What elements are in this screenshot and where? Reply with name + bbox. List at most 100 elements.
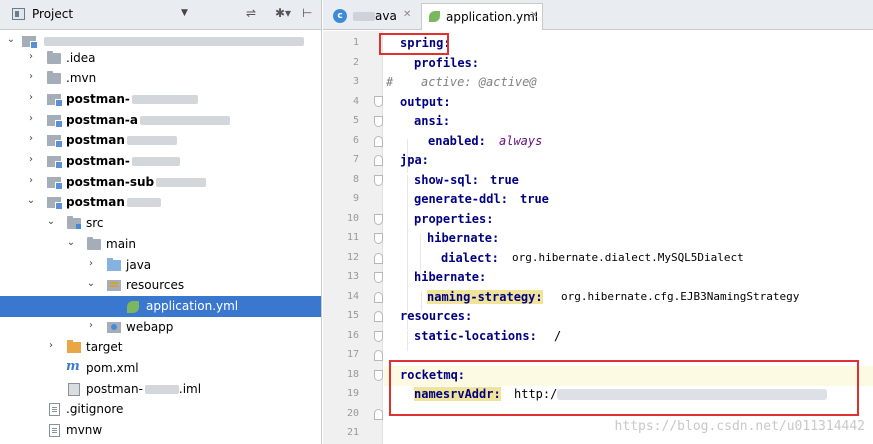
line-number: 10 bbox=[346, 212, 359, 224]
tree-item-module[interactable]: › postman- bbox=[0, 151, 321, 172]
fold-close-icon[interactable] bbox=[374, 409, 383, 420]
tab-label: ava bbox=[375, 9, 397, 23]
code-line-7: jpa: bbox=[400, 153, 429, 167]
gear-icon[interactable]: ✱▾ bbox=[275, 6, 291, 20]
tree-item-mvnw[interactable]: mvnw bbox=[0, 420, 321, 441]
chevron-right-icon[interactable]: › bbox=[26, 92, 36, 103]
tree-item-label: postman- bbox=[86, 381, 143, 396]
line-number: 12 bbox=[346, 251, 359, 263]
close-icon[interactable]: ✕ bbox=[530, 10, 538, 21]
chevron-down-icon[interactable]: ⌄ bbox=[66, 237, 76, 248]
tab-application-yml[interactable]: application.yml ✕ bbox=[421, 3, 543, 30]
line-number: 16 bbox=[346, 329, 359, 341]
fold-close-icon[interactable] bbox=[374, 155, 383, 166]
tree-item-target[interactable]: › target bbox=[0, 337, 321, 358]
tree-item-label: java bbox=[126, 257, 152, 272]
tree-item-iml[interactable]: postman- .iml bbox=[0, 379, 321, 400]
tree-item-label: main bbox=[106, 236, 136, 251]
project-view-icon bbox=[12, 8, 25, 20]
chevron-right-icon[interactable]: › bbox=[46, 340, 56, 351]
fold-close-icon[interactable] bbox=[374, 136, 383, 147]
line-number: 18 bbox=[346, 368, 359, 380]
chevron-right-icon[interactable]: › bbox=[26, 71, 36, 82]
fold-open-icon[interactable] bbox=[374, 116, 383, 127]
tree-item-module-expanded[interactable]: ⌄ postman bbox=[0, 192, 321, 213]
project-panel: Project ▼ ⇌ ✱▾ ⊢ ⌄ › .idea › .mvn › post… bbox=[0, 0, 322, 444]
line-number: 2 bbox=[352, 56, 359, 68]
tree-item-java[interactable]: › java bbox=[0, 255, 321, 276]
tree-item-label: target bbox=[86, 340, 123, 355]
chevron-down-icon[interactable]: ⌄ bbox=[26, 195, 36, 206]
fold-close-icon[interactable] bbox=[374, 292, 383, 303]
chevron-right-icon[interactable]: › bbox=[26, 113, 36, 124]
tree-item-module[interactable]: › postman- bbox=[0, 89, 321, 110]
tree-item-idea[interactable]: › .idea bbox=[0, 48, 321, 69]
indent-guide bbox=[407, 331, 408, 351]
code-line-10: properties: bbox=[414, 211, 494, 226]
editor-tab-bar: c ava ✕ application.yml ✕ bbox=[323, 0, 873, 30]
annotation-box-spring bbox=[379, 33, 449, 55]
tree-item-gitignore[interactable]: .gitignore bbox=[0, 399, 321, 420]
fold-open-icon[interactable] bbox=[374, 272, 383, 283]
line-number: 7 bbox=[352, 154, 359, 165]
tree-item-label: .gitignore bbox=[66, 402, 124, 417]
fold-close-icon[interactable] bbox=[374, 253, 383, 264]
tree-item-mvn[interactable]: › .mvn bbox=[0, 68, 321, 89]
code-area[interactable]: spring: profiles: # active: @active@ out… bbox=[379, 31, 873, 444]
text-file-icon bbox=[49, 403, 60, 417]
collapse-all-icon[interactable]: ⇌ bbox=[246, 6, 256, 20]
tree-item-module[interactable]: › postman-a bbox=[0, 110, 321, 131]
chevron-down-icon[interactable]: ⌄ bbox=[86, 278, 96, 289]
module-file-icon bbox=[68, 382, 80, 396]
module-folder-icon bbox=[47, 93, 63, 107]
tree-item-pom-xml[interactable]: m pom.xml bbox=[0, 358, 321, 379]
tree-item-main[interactable]: ⌄ main bbox=[0, 234, 321, 255]
tree-item-resources[interactable]: ⌄ resources bbox=[0, 275, 321, 296]
fold-open-icon[interactable] bbox=[374, 214, 383, 225]
line-number: 13 bbox=[346, 271, 359, 282]
tab-label: application.yml bbox=[446, 10, 539, 24]
chevron-right-icon[interactable]: › bbox=[26, 133, 36, 144]
code-line-3-comment: active: @active@ bbox=[421, 75, 537, 89]
project-panel-title[interactable]: Project bbox=[32, 7, 73, 21]
indent-guide bbox=[420, 234, 421, 274]
tree-item-label: postman- bbox=[66, 91, 130, 106]
tree-item-application-yml[interactable]: application.yml bbox=[0, 295, 321, 317]
tab-java-file[interactable]: c ava ✕ bbox=[327, 3, 419, 30]
line-number: 11 bbox=[346, 232, 359, 243]
chevron-right-icon[interactable]: › bbox=[86, 320, 96, 331]
project-panel-header: Project ▼ ⇌ ✱▾ ⊢ bbox=[0, 0, 321, 30]
code-line-5: ansi: bbox=[414, 114, 451, 128]
line-number: 9 bbox=[352, 193, 359, 204]
module-folder-icon bbox=[47, 156, 63, 169]
chevron-down-icon[interactable]: ⌄ bbox=[46, 216, 56, 227]
fold-close-icon[interactable] bbox=[374, 350, 383, 361]
chevron-right-icon[interactable]: › bbox=[26, 51, 36, 62]
fold-open-icon[interactable] bbox=[374, 175, 383, 186]
tree-item-label: webapp bbox=[126, 319, 174, 334]
fold-open-icon[interactable] bbox=[374, 370, 383, 381]
tree-item-module[interactable]: › postman bbox=[0, 130, 321, 151]
fold-open-icon[interactable] bbox=[374, 96, 383, 107]
editor: c ava ✕ application.yml ✕ 1 2 3 4 5 6 7 … bbox=[323, 0, 873, 444]
tree-item-label: resources bbox=[126, 278, 185, 293]
hide-panel-icon[interactable]: ⊢ bbox=[302, 6, 312, 20]
line-number: 15 bbox=[346, 310, 359, 321]
fold-open-icon[interactable] bbox=[374, 331, 383, 342]
text-file-icon bbox=[49, 424, 60, 438]
view-selector-chevron-down-icon[interactable]: ▼ bbox=[181, 8, 188, 18]
fold-close-icon[interactable] bbox=[374, 311, 383, 322]
tree-item-label: .idea bbox=[66, 50, 96, 65]
chevron-right-icon[interactable]: › bbox=[86, 258, 96, 269]
fold-open-icon[interactable] bbox=[374, 233, 383, 244]
chevron-right-icon[interactable]: › bbox=[26, 175, 36, 186]
tree-item-src[interactable]: ⌄ src bbox=[0, 213, 321, 234]
tree-item-webapp[interactable]: › webapp bbox=[0, 317, 321, 338]
close-icon[interactable]: ✕ bbox=[403, 9, 411, 20]
code-line-3-hash: # bbox=[386, 75, 394, 89]
chevron-down-icon[interactable]: ⌄ bbox=[6, 34, 16, 45]
module-folder-icon bbox=[47, 135, 63, 149]
chevron-right-icon[interactable]: › bbox=[26, 154, 36, 165]
tree-item-module[interactable]: › postman-sub bbox=[0, 172, 321, 193]
module-folder-icon bbox=[47, 176, 63, 190]
